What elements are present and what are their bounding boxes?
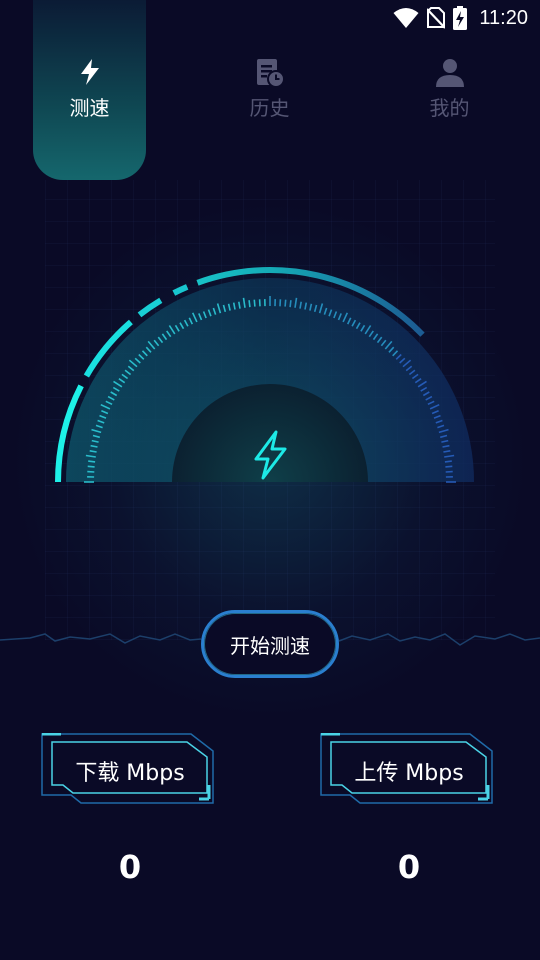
gauge-tick	[444, 460, 452, 463]
gauge-tick	[253, 299, 256, 307]
tab-speed-test[interactable]: 测速	[33, 58, 146, 121]
gauge-tick	[87, 465, 95, 468]
wifi-icon	[393, 8, 419, 28]
tab-speed-test-label: 测速	[69, 96, 110, 120]
start-test-label: 开始测速	[230, 633, 310, 658]
no-sim-icon	[427, 7, 446, 29]
tab-history[interactable]: 历史	[213, 58, 326, 121]
gauge-tick	[248, 300, 251, 308]
speed-gauge	[55, 267, 474, 483]
download-metric-frame: 下载 Mbps	[41, 733, 219, 809]
gauge-arc-segment	[172, 284, 189, 296]
download-label: 下载 Mbps	[75, 761, 185, 786]
upload-label: 上传 Mbps	[354, 761, 464, 786]
upload-value: 0	[397, 848, 421, 886]
tab-history-label: 历史	[249, 96, 290, 120]
tab-profile[interactable]: 我的	[393, 58, 506, 121]
gauge-tick	[289, 300, 292, 308]
gauge-tick	[445, 465, 453, 468]
tab-profile-label: 我的	[429, 96, 470, 120]
status-icons: 11:20	[393, 6, 528, 30]
battery-charging-icon	[453, 6, 468, 30]
history-icon	[213, 58, 326, 92]
upload-metric-frame: 上传 Mbps	[320, 733, 498, 809]
gauge-tick	[284, 299, 287, 307]
user-icon	[393, 58, 506, 92]
lightning-icon	[33, 58, 146, 92]
download-value: 0	[118, 848, 142, 886]
status-time: 11:20	[479, 6, 528, 29]
gauge-tick	[88, 460, 96, 463]
start-test-button[interactable]: 开始测速	[201, 610, 339, 678]
